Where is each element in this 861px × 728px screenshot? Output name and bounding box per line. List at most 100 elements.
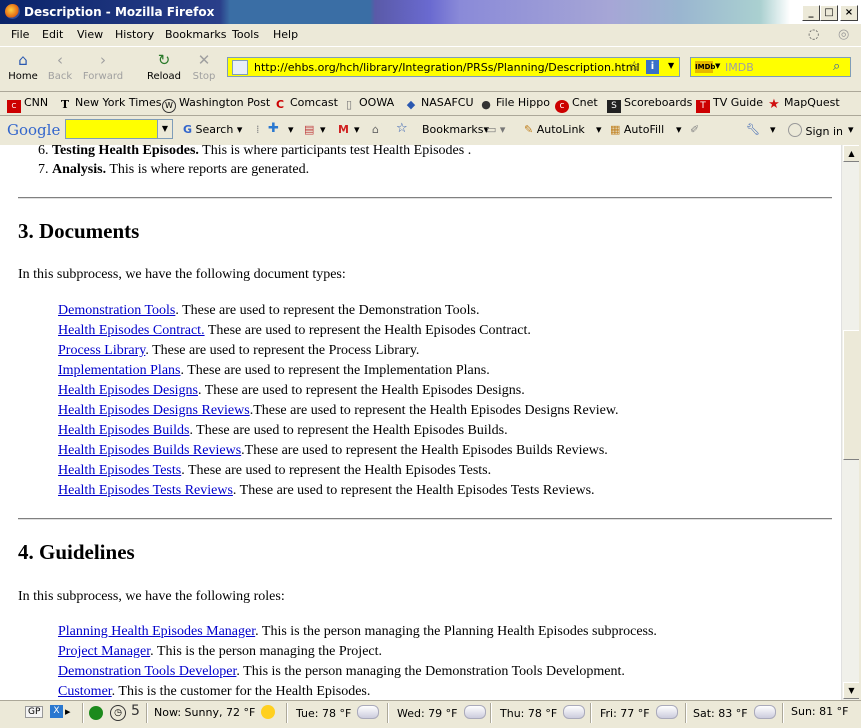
partly-cloudy-icon [655,705,678,719]
google-logo[interactable]: Google [7,121,60,139]
list-item-link[interactable]: Demonstration Tools Developer [58,664,236,679]
window-title: Description - Mozilla Firefox [24,5,215,19]
minimize-button[interactable]: _ [802,5,820,21]
gp-button[interactable]: GP [25,706,44,718]
vertical-scrollbar[interactable]: ▲ ▼ [841,145,860,700]
scroll-thumb[interactable] [843,330,860,460]
google-search-input[interactable]: ▼ [65,119,173,139]
bookmark-file-hippo[interactable]: ● File Hippo [479,96,550,111]
list-item-link[interactable]: Implementation Plans [58,363,180,378]
list-item-link[interactable]: Health Episodes Designs [58,383,198,398]
home-button[interactable]: ⌂ Home [8,51,38,82]
bookmark-tv-guide[interactable]: T TV Guide [696,96,763,113]
search-bar[interactable]: IMDb ▼ IMDB ⌕ [690,57,851,77]
info-icon[interactable]: i [646,60,659,74]
menu-tools[interactable]: Tools [232,28,259,41]
bookmark-cnet[interactable]: c Cnet [555,96,598,113]
menu-bookmarks[interactable]: Bookmarks [165,28,226,41]
partly-cloudy-icon [463,705,486,719]
list-item-link[interactable]: Process Library [58,343,145,358]
weather-thu[interactable]: Thu: 78 °F [500,705,586,720]
list-item-link[interactable]: Health Episodes Tests [58,463,181,478]
settings-dropdown-icon: ▾ [770,123,776,136]
status-separator [82,703,84,723]
scroll-down-button[interactable]: ▼ [843,682,860,699]
list-item-link[interactable]: Demonstration Tools [58,303,175,318]
list-item-description: .These are used to represent the Health … [241,443,608,458]
search-icon[interactable]: ⌕ [833,59,840,74]
menu-edit[interactable]: Edit [42,28,63,41]
bookmark-star-icon[interactable]: ☆ [396,121,408,136]
bookmark-comcast[interactable]: C Comcast [273,96,338,111]
maximize-button[interactable]: □ [820,5,838,21]
stop-button[interactable]: ✕ Stop [190,51,218,82]
imdb-engine-icon[interactable]: IMDb [695,61,715,73]
google-search-button[interactable]: G Search ▾ [183,123,242,136]
star-icon[interactable]: ☆ [628,59,641,75]
menu-file[interactable]: File [11,28,29,41]
plus-dropdown-icon: ▾ [288,123,294,136]
partly-cloudy-icon [357,705,380,719]
menu-view[interactable]: View [77,28,103,41]
extension-icon[interactable]: X [50,705,63,718]
clock-icon[interactable]: ◷ [110,705,126,721]
guidelines-heading: 4. Guidelines [18,540,135,564]
status-separator [146,703,148,723]
weather-fri[interactable]: Fri: 77 °F [600,705,678,720]
list-item-link[interactable]: Project Manager [58,644,150,659]
pencil-icon[interactable]: ✐ [690,123,699,136]
forward-button[interactable]: › Forward [82,51,124,82]
bookmark-scoreboards[interactable]: S Scoreboards [607,96,692,113]
list-item-link[interactable]: Health Episodes Contract. [58,323,205,338]
bookmark-cnn[interactable]: C CNN [7,96,48,113]
autolink-button[interactable]: ✎ AutoLink [524,123,585,136]
back-button[interactable]: ‹ Back [45,51,75,82]
menu-help[interactable]: Help [273,28,298,41]
divider [18,518,832,520]
scroll-up-button[interactable]: ▲ [843,145,860,162]
wrench-icon[interactable]: 🔧︎ [746,123,760,136]
weather-sun[interactable]: Sun: 81 °F [791,705,848,718]
list-item-link[interactable]: Customer [58,684,112,699]
green-status-icon[interactable] [89,706,103,720]
scoreboards-icon: S [607,100,621,113]
menu-bar: File Edit View History Bookmarks Tools H… [0,24,861,45]
list-item-link[interactable]: Health Episodes Builds Reviews [58,443,241,458]
bookmark-nyt[interactable]: T New York Times [58,96,162,111]
google-search-dropdown-icon[interactable]: ▼ [157,120,172,138]
bookmark-nasafcu[interactable]: ◆ NASAFCU [404,96,474,111]
list-item-link[interactable]: Health Episodes Designs Reviews [58,403,250,418]
bookmark-washington-post[interactable]: W Washington Post [162,96,270,113]
menu-history[interactable]: History [115,28,154,41]
plus-icon[interactable]: ✚ [268,121,279,136]
bookmark-mapquest[interactable]: ★ MapQuest [767,96,839,111]
engine-dropdown-icon[interactable]: ▼ [715,62,720,70]
list-item-link[interactable]: Planning Health Episodes Manager [58,624,255,639]
weather-now[interactable]: Now: Sunny, 72 °F [154,705,276,719]
weather-sat[interactable]: Sat: 83 °F [693,705,776,720]
autofill-button[interactable]: ▦ AutoFill [610,123,664,136]
list-item-description: These are used to represent the Health E… [204,323,531,338]
list-item: 7. Analysis. This is where reports are g… [38,162,310,177]
url-dropdown-icon[interactable]: ▼ [668,61,674,70]
search-input[interactable]: IMDB [725,61,754,74]
bookmarks-toolbar: C CNN T New York Times W Washington Post CC… [0,90,861,116]
list-item: Customer. This is the customer for the H… [58,684,370,700]
list-item: Health Episodes Contract. These are used… [58,323,531,339]
weather-tue[interactable]: Tue: 78 °F [296,705,380,720]
blank-box-icon[interactable]: ▭ ▾ [486,123,505,136]
google-bookmarks-button[interactable]: Bookmarks▾ [422,123,489,136]
bookmark-oowa[interactable]: ▯ OOWA [342,96,394,111]
weather-wed[interactable]: Wed: 79 °F [397,705,486,720]
site-identity-icon[interactable] [232,60,248,75]
url-bar[interactable]: http://ehbs.org/hch/library/Integration/… [227,57,680,77]
wapo-icon: W [162,99,176,113]
news-icon[interactable]: ▤ [304,123,314,136]
list-item-link[interactable]: Health Episodes Builds [58,423,189,438]
building-icon[interactable]: ⌂ [372,123,379,136]
list-item-link[interactable]: Health Episodes Tests Reviews [58,483,233,498]
sign-in-button[interactable]: Sign in [788,123,843,138]
close-button[interactable]: × [840,5,858,21]
reload-button[interactable]: ↻ Reload [145,51,183,82]
gmail-icon[interactable]: M [338,123,349,136]
